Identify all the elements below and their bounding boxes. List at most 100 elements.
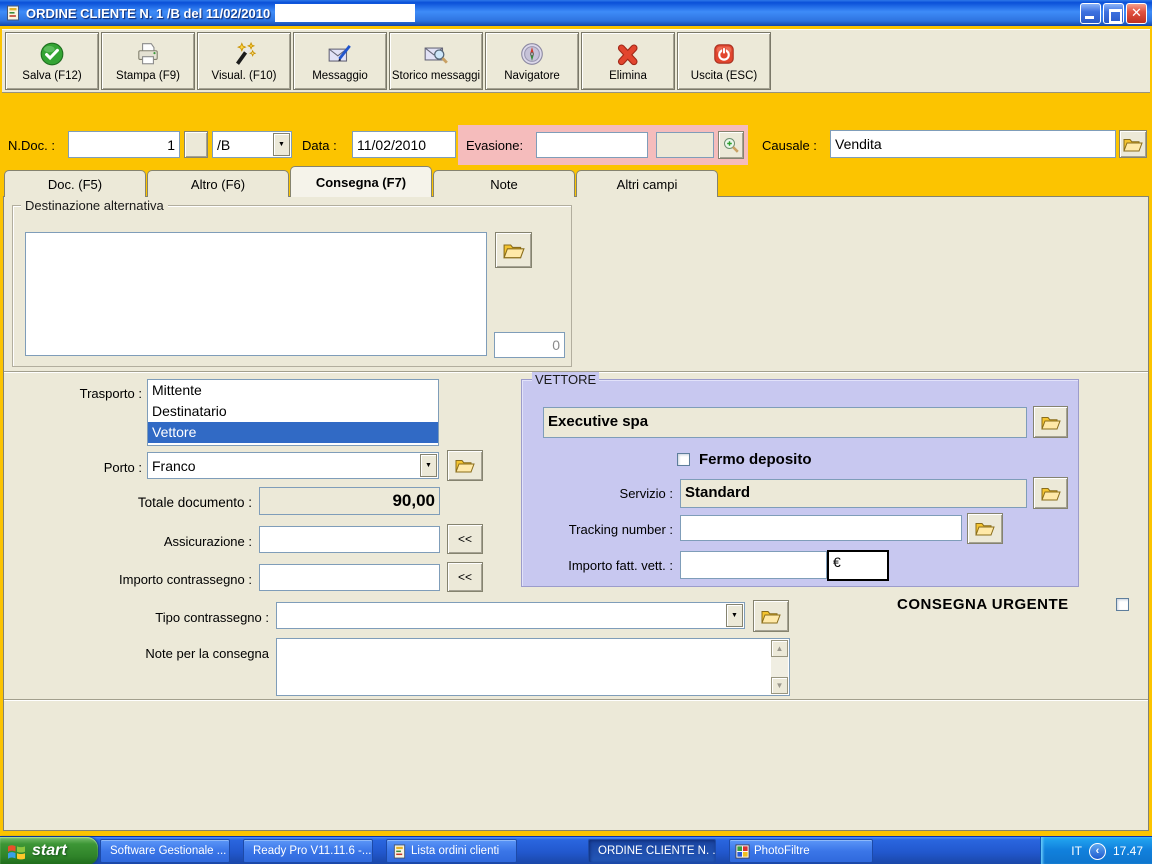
navigator-button[interactable]: Navigatore	[485, 32, 579, 90]
delete-button[interactable]: Elimina	[581, 32, 675, 90]
tab-altro[interactable]: Altro (F6)	[147, 170, 289, 197]
causale-label: Causale :	[762, 138, 817, 153]
taskbar-item-ordine-cliente[interactable]: ORDINE CLIENTE N. ...	[588, 839, 716, 863]
folder-icon	[1041, 486, 1061, 501]
evasione-input[interactable]	[536, 132, 648, 158]
window-icon	[5, 5, 21, 21]
scroll-down-icon[interactable]: ▼	[771, 677, 788, 694]
close-button[interactable]: ✕	[1126, 2, 1147, 24]
clock[interactable]: 17.47	[1113, 844, 1143, 858]
importo-fatt-label: Importo fatt. vett. :	[568, 558, 673, 573]
porto-combobox[interactable]: Franco ▼	[147, 452, 439, 479]
language-indicator[interactable]: IT	[1071, 844, 1082, 858]
porto-dropdown-arrow-icon[interactable]: ▼	[420, 454, 437, 477]
tracking-number-input[interactable]	[680, 515, 962, 541]
envelope-search-icon	[423, 41, 449, 67]
application-window: ORDINE CLIENTE N. 1 /B del 11/02/2010 ✕ …	[0, 0, 1152, 864]
tab-altri-campi[interactable]: Altri campi	[576, 170, 718, 197]
document-icon	[392, 844, 407, 859]
destinazione-lookup-button[interactable]	[495, 232, 532, 268]
evasione-panel: Evasione:	[458, 125, 748, 165]
tab-consegna-label: Consegna (F7)	[315, 174, 407, 190]
importo-fatt-input[interactable]	[680, 551, 827, 579]
title-bar: ORDINE CLIENTE N. 1 /B del 11/02/2010 ✕	[0, 0, 1152, 26]
message-history-button[interactable]: Storico messaggi	[389, 32, 483, 90]
restore-button[interactable]	[1103, 2, 1124, 24]
tab-note[interactable]: Note	[433, 170, 575, 197]
causale-lookup-button[interactable]	[1119, 130, 1147, 158]
destinazione-textarea[interactable]	[25, 232, 487, 356]
tab-consegna[interactable]: Consegna (F7)	[290, 166, 432, 197]
tracking-number-label: Tracking number :	[568, 522, 673, 537]
note-consegna-textarea[interactable]: ▲ ▼	[276, 638, 790, 696]
print-button[interactable]: Stampa (F9)	[101, 32, 195, 90]
causale-input[interactable]	[830, 130, 1116, 158]
hide-icons-chevron-icon[interactable]: ‹	[1088, 842, 1106, 860]
message-history-button-label: Storico messaggi	[391, 69, 481, 82]
save-check-icon	[39, 41, 65, 67]
save-button-label: Salva (F12)	[22, 69, 82, 82]
tipo-contrassegno-dropdown-arrow-icon[interactable]: ▼	[726, 604, 743, 627]
minimize-button[interactable]	[1080, 2, 1101, 24]
series-value: /B	[217, 136, 231, 153]
fermo-deposito-label: Fermo deposito	[699, 451, 812, 468]
porto-lookup-button[interactable]	[447, 450, 483, 481]
porto-label: Porto :	[103, 460, 142, 475]
document-header-row: N.Doc. : /B ▼ Data : Evasione: Causale :	[0, 125, 1152, 165]
tab-strip: Doc. (F5) Altro (F6) Consegna (F7) Note …	[4, 166, 719, 197]
magnifier-plus-icon	[722, 136, 740, 154]
tab-doc[interactable]: Doc. (F5)	[4, 170, 146, 197]
assicurazione-recall-button[interactable]: <<	[447, 524, 483, 554]
vettore-lookup-button[interactable]	[1033, 406, 1068, 438]
tipo-contrassegno-label: Tipo contrassegno :	[155, 610, 269, 625]
destinazione-alternativa-group: Destinazione alternativa 0	[12, 198, 572, 367]
vettore-group-title: VETTORE	[532, 372, 600, 387]
taskbar-item-lista-ordini[interactable]: Lista ordini clienti	[386, 839, 517, 863]
porto-value: Franco	[152, 457, 196, 474]
tab-altro-label: Altro (F6)	[190, 176, 246, 192]
folder-icon	[1123, 137, 1143, 152]
assicurazione-input[interactable]	[259, 526, 440, 553]
data-input[interactable]	[352, 131, 456, 158]
start-button[interactable]: start	[0, 837, 98, 864]
series-combobox[interactable]: /B ▼	[212, 131, 292, 158]
importo-contrassegno-recall-button[interactable]: <<	[447, 562, 483, 592]
tipo-contrassegno-lookup-button[interactable]	[753, 600, 789, 632]
preview-button[interactable]: Visual. (F10)	[197, 32, 291, 90]
tipo-contrassegno-combobox[interactable]: ▼	[276, 602, 745, 629]
scroll-up-icon[interactable]: ▲	[771, 640, 788, 657]
importo-contrassegno-label: Importo contrassegno :	[119, 572, 252, 587]
servizio-lookup-button[interactable]	[1033, 477, 1068, 509]
vettore-nome-field: Executive spa	[543, 407, 1027, 438]
preview-button-label: Visual. (F10)	[211, 69, 277, 82]
ndoc-label: N.Doc. :	[8, 138, 55, 153]
folder-icon	[761, 609, 781, 624]
evasione-label: Evasione:	[466, 138, 524, 153]
consegna-urgente-label: CONSEGNA URGENTE	[897, 596, 1069, 613]
evasione-search-button[interactable]	[718, 131, 744, 159]
taskbar-item-software-gestionale[interactable]: Software Gestionale ...	[100, 839, 230, 863]
trasporto-option-vettore[interactable]: Vettore	[148, 422, 438, 443]
save-button[interactable]: Salva (F12)	[5, 32, 99, 90]
ndoc-input[interactable]	[68, 131, 180, 158]
consegna-urgente-checkbox[interactable]	[1116, 598, 1129, 611]
taskbar-item-photofiltre[interactable]: PhotoFiltre	[729, 839, 873, 863]
series-dropdown-arrow-icon[interactable]: ▼	[273, 133, 290, 156]
taskbar: start Software Gestionale ... Ready Pro …	[0, 836, 1152, 864]
note-consegna-scrollbar[interactable]: ▲ ▼	[771, 640, 788, 694]
ndoc-aux-button[interactable]	[184, 131, 208, 158]
taskbar-item-label: Lista ordini clienti	[411, 845, 500, 857]
message-button[interactable]: Messaggio	[293, 32, 387, 90]
folder-icon	[503, 242, 525, 259]
importo-contrassegno-input[interactable]	[259, 564, 440, 591]
print-button-label: Stampa (F9)	[116, 69, 180, 82]
title-redaction-box	[275, 4, 416, 22]
taskbar-item-ready-pro[interactable]: Ready Pro V11.11.6 -...	[243, 839, 373, 863]
trasporto-option-destinatario[interactable]: Destinatario	[148, 401, 438, 422]
fermo-deposito-checkbox[interactable]	[677, 453, 690, 466]
folder-icon	[975, 521, 995, 536]
printer-icon	[135, 41, 161, 67]
exit-button[interactable]: Uscita (ESC)	[677, 32, 771, 90]
trasporto-option-mittente[interactable]: Mittente	[148, 380, 438, 401]
tracking-lookup-button[interactable]	[967, 513, 1003, 544]
